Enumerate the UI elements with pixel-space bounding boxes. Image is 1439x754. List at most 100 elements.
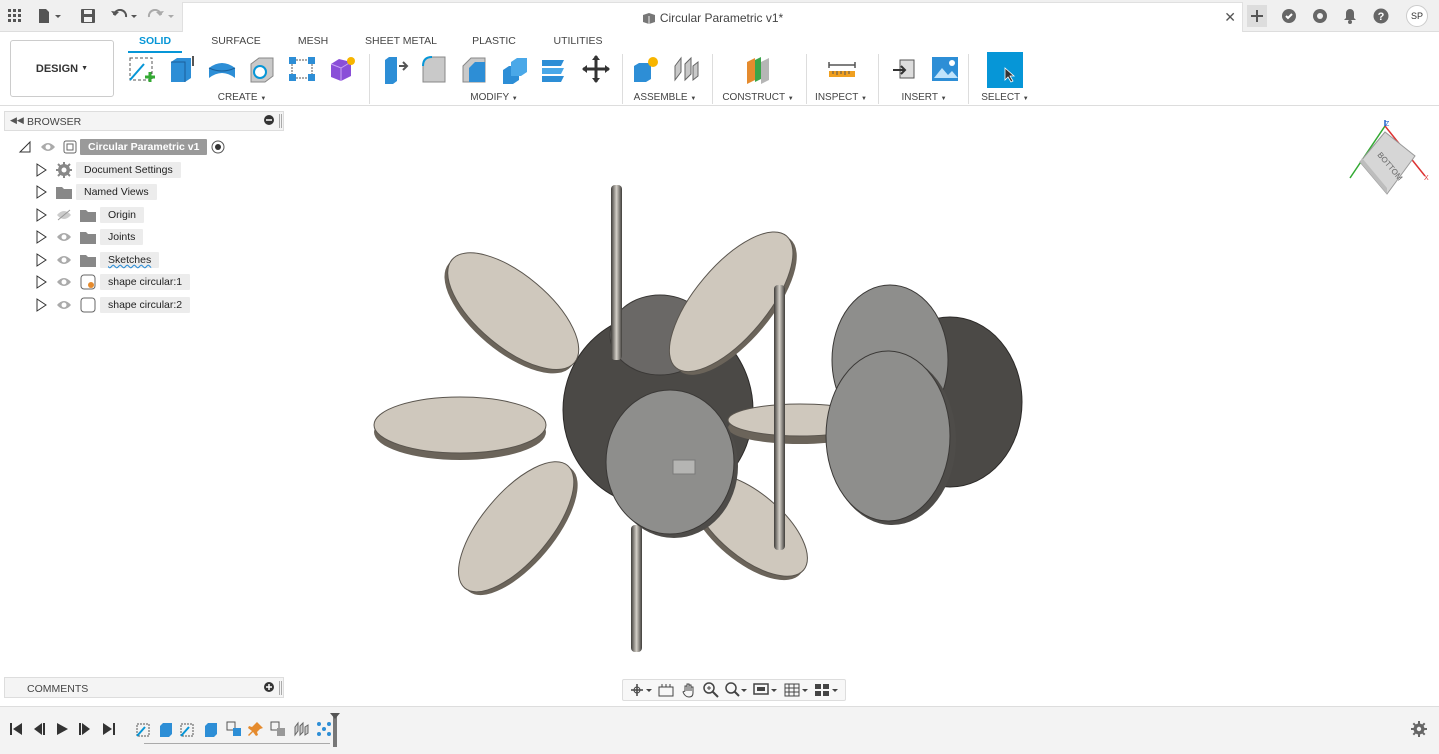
fit-zoom-icon[interactable] [725,682,748,698]
expand-triangle-icon[interactable] [34,253,48,267]
go-to-end-icon[interactable] [101,721,117,737]
view-cube[interactable]: BOTTOM Z X [1340,118,1434,202]
browser-root-label[interactable]: Circular Parametric v1 [80,139,208,155]
display-settings-icon[interactable] [753,682,778,698]
play-icon[interactable] [54,721,70,737]
eye-icon[interactable] [56,254,72,266]
inspect-group-label[interactable]: INSPECT ▼ [810,92,872,103]
modify-group-label[interactable]: MODIFY ▼ [464,92,524,103]
fillet-icon[interactable] [418,52,450,86]
browser-item-origin[interactable]: Origin [34,205,145,225]
petal-disc-lower-left[interactable] [439,444,598,613]
insert-canvas-icon[interactable] [929,52,961,86]
tab-surface[interactable]: SURFACE [205,35,267,47]
select-group-label[interactable]: SELECT ▼ [976,92,1034,103]
timeline-settings-gear-icon[interactable] [1411,721,1427,737]
insert-derive-icon[interactable] [889,52,921,86]
minimize-panel-icon[interactable] [264,115,274,128]
redo-icon[interactable] [146,6,176,26]
extrude-icon[interactable] [166,52,198,86]
eye-icon[interactable] [56,231,72,243]
eye-hidden-icon[interactable] [56,209,72,221]
timeline-extrude-feature-icon[interactable] [203,721,219,737]
undo-icon[interactable] [109,6,139,26]
step-back-icon[interactable] [31,721,47,737]
select-tool-button[interactable] [987,52,1023,88]
petal-disc-left[interactable] [373,396,547,460]
joint-marker-icon[interactable] [672,459,696,475]
grid-settings-icon[interactable] [784,682,808,698]
pattern-icon[interactable] [286,52,318,86]
look-at-icon[interactable] [658,683,674,697]
notifications-bell-icon[interactable] [1341,6,1359,26]
tab-utilities[interactable]: UTILITIES [548,35,608,47]
timeline-pin-feature-icon[interactable] [248,721,264,737]
plate-vertical-top[interactable] [611,185,622,360]
tab-solid[interactable]: SOLID [128,35,182,47]
go-to-start-icon[interactable] [8,721,24,737]
timeline-component-feature-icon[interactable] [226,721,242,737]
disc-grey-right-front[interactable] [825,350,951,522]
user-avatar[interactable]: SP [1406,5,1428,27]
chamfer-icon[interactable] [458,52,490,86]
close-tab-icon[interactable]: ✕ [1224,9,1236,26]
browser-item-named-views[interactable]: Named Views [34,182,157,202]
browser-item-shape-circular-1[interactable]: shape circular:1 [34,272,191,292]
assemble-group-label[interactable]: ASSEMBLE ▼ [630,92,700,103]
insert-group-label[interactable]: INSERT ▼ [894,92,954,103]
orbit-icon[interactable] [630,683,653,697]
eye-icon[interactable] [40,141,56,153]
timeline-marker-handle-icon[interactable] [330,713,340,719]
create-form-icon[interactable] [326,52,358,86]
document-tab[interactable]: Circular Parametric v1* ✕ [182,2,1243,32]
timeline-component-feature-icon[interactable] [270,721,286,737]
plate-vertical-right[interactable] [774,285,785,550]
new-component-icon[interactable] [630,52,662,86]
eye-icon[interactable] [56,276,72,288]
expand-triangle-icon[interactable] [34,230,48,244]
expand-triangle-icon[interactable] [34,298,48,312]
panel-drag-handle[interactable] [279,681,282,695]
expand-triangle-icon[interactable] [34,185,48,199]
activate-radio-icon[interactable] [211,140,225,154]
file-menu-icon[interactable] [36,6,64,26]
timeline-joint-feature-icon[interactable] [293,721,309,737]
disc-grey-front[interactable] [605,389,735,535]
browser-item-document-settings[interactable]: Document Settings [34,160,181,180]
revolve-icon[interactable] [206,52,238,86]
workspace-switcher-button[interactable]: DESIGN ▼ [10,40,114,97]
tab-plastic[interactable]: PLASTIC [466,35,522,47]
shell-icon[interactable] [498,52,530,86]
create-sketch-icon[interactable] [127,52,159,86]
app-grid-icon[interactable] [6,6,24,26]
collapse-panel-icon[interactable]: ◀◀ [10,115,24,126]
tab-sheet-metal[interactable]: SHEET METAL [362,35,440,47]
extensions-icon[interactable] [1280,6,1298,26]
timeline-marker[interactable] [333,715,337,747]
save-icon[interactable] [79,6,97,26]
browser-item-joints[interactable]: Joints [34,227,144,247]
measure-icon[interactable] [826,52,858,86]
combine-icon[interactable] [538,52,570,86]
expand-triangle-icon[interactable] [34,208,48,222]
timeline-extrude-feature-icon[interactable] [158,721,174,737]
new-tab-icon[interactable] [1247,5,1267,27]
eye-icon[interactable] [56,299,72,311]
add-comment-icon[interactable] [264,682,274,695]
model-viewport[interactable] [370,170,1050,665]
help-icon[interactable]: ? [1372,6,1390,26]
joint-icon[interactable] [670,52,702,86]
browser-item-shape-circular-2[interactable]: shape circular:2 [34,295,191,315]
hole-icon[interactable] [246,52,278,86]
create-group-label[interactable]: CREATE ▼ [212,92,272,103]
tab-mesh[interactable]: MESH [291,35,335,47]
construct-group-label[interactable]: CONSTRUCT ▼ [720,92,796,103]
browser-root-row[interactable]: Circular Parametric v1 [18,137,225,157]
browser-item-sketches[interactable]: Sketches [34,250,160,270]
zoom-icon[interactable] [703,682,719,698]
expand-triangle-icon[interactable] [34,163,48,177]
timeline-sketch-feature-icon[interactable] [136,721,152,737]
step-forward-icon[interactable] [77,721,93,737]
move-copy-icon[interactable] [580,52,612,86]
plate-vertical-bottom[interactable] [631,525,642,652]
